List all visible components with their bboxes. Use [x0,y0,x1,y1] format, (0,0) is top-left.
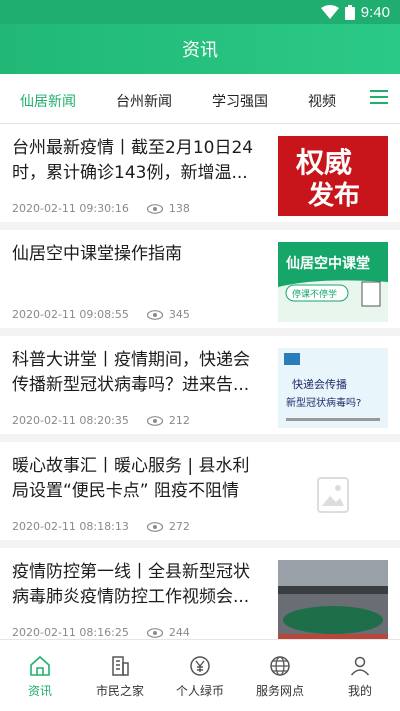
thumb-text: 快递会传播 [292,377,347,391]
news-item[interactable]: 科普大讲堂丨疫情期间，快递会传播新型冠状病毒吗？进来告... 2020-02-1… [0,336,400,442]
news-thumbnail: 仙居空中课堂 停课不停学 [278,242,388,322]
news-item[interactable]: 台州最新疫情丨截至2月10日24时，累计确诊143例，新增温... 2020-0… [0,124,400,230]
news-title: 仙居空中课堂操作指南 [12,244,182,264]
news-meta: 2020-02-11 08:20:35 212 [12,414,190,427]
yuan-coin-icon [190,656,210,676]
thumb-text: 仙居空中课堂 [286,255,370,272]
building-icon [112,656,129,676]
tab-video[interactable]: 视频 [308,91,336,111]
clock: 9:40 [360,3,390,21]
menu-icon[interactable] [370,90,388,106]
view-count: 272 [168,520,190,533]
nav-label: 我的 [347,684,372,698]
news-meta: 2020-02-11 09:30:16 138 [12,202,190,215]
tab-xuexi-qiangguo[interactable]: 学习强国 [212,91,268,111]
eye-icon [146,203,163,214]
news-thumbnail: 权威 发布 [278,136,388,216]
wifi-icon [320,5,339,19]
nav-label: 服务网点 [255,684,304,698]
news-meta: 2020-02-11 08:16:25 244 [12,626,190,639]
news-item[interactable]: 暖心故事汇丨暖心服务 | 县水利局设置“便民卡点” 阻疫不阻情 2020-02-… [0,442,400,548]
eye-icon [146,415,163,426]
news-title: 科普大讲堂丨疫情期间，快递会传播新型冠状病毒吗？进来告... [12,350,250,395]
news-date: 2020-02-11 08:16:25 [12,626,129,639]
thumb-text: 权威 [295,146,352,179]
nav-profile[interactable]: 我的 [320,640,400,711]
news-date: 2020-02-11 08:20:35 [12,414,129,427]
tab-taizhou-news[interactable]: 台州新闻 [116,91,172,111]
news-thumbnail [278,560,388,640]
view-count: 138 [168,202,190,215]
news-date: 2020-02-11 08:18:13 [12,520,129,533]
view-count: 212 [168,414,190,427]
battery-icon [344,4,355,20]
nav-green-coins[interactable]: 个人绿币 [160,640,240,711]
nav-service-points[interactable]: 服务网点 [240,640,320,711]
bottom-navigation: 资讯 市民之家 个人绿币 服务网点 我的 [0,639,400,711]
status-bar: 9:40 [0,0,400,24]
news-title: 疫情防控第一线丨全县新型冠状病毒肺炎疫情防控工作视频会... [12,562,250,607]
news-date: 2020-02-11 09:08:55 [12,308,129,321]
news-list: 台州最新疫情丨截至2月10日24时，累计确诊143例，新增温... 2020-0… [0,124,400,654]
eye-icon [146,627,163,638]
nav-news[interactable]: 资讯 [0,640,80,711]
view-count: 244 [168,626,190,639]
thumb-text: 停课不停学 [292,288,337,300]
news-meta: 2020-02-11 09:08:55 345 [12,308,190,321]
news-date: 2020-02-11 09:30:16 [12,202,129,215]
image-placeholder-icon [278,454,388,534]
tab-xianju-news[interactable]: 仙居新闻 [20,91,76,111]
news-title: 暖心故事汇丨暖心服务 | 县水利局设置“便民卡点” 阻疫不阻情 [12,456,250,501]
user-icon [350,656,370,676]
home-icon [30,655,50,676]
thumb-text: 发布 [307,180,360,211]
globe-icon [270,656,290,676]
app-bar: 资讯 [0,24,400,74]
view-count: 345 [168,308,190,321]
news-item[interactable]: 仙居空中课堂操作指南 2020-02-11 09:08:55 345 仙居空中课… [0,230,400,336]
eye-icon [146,309,163,320]
nav-label: 资讯 [27,684,52,698]
nav-citizen-home[interactable]: 市民之家 [80,640,160,711]
page-title: 资讯 [182,40,218,61]
nav-label: 市民之家 [95,684,144,698]
news-meta: 2020-02-11 08:18:13 272 [12,520,190,533]
thumb-text: 新型冠状病毒吗? [286,396,361,409]
news-title: 台州最新疫情丨截至2月10日24时，累计确诊143例，新增温... [12,138,254,183]
category-tabs: 仙居新闻 台州新闻 学习强国 视频 [0,74,400,124]
news-thumbnail: 快递会传播 新型冠状病毒吗? [278,348,388,428]
nav-label: 个人绿币 [175,684,224,698]
eye-icon [146,521,163,532]
